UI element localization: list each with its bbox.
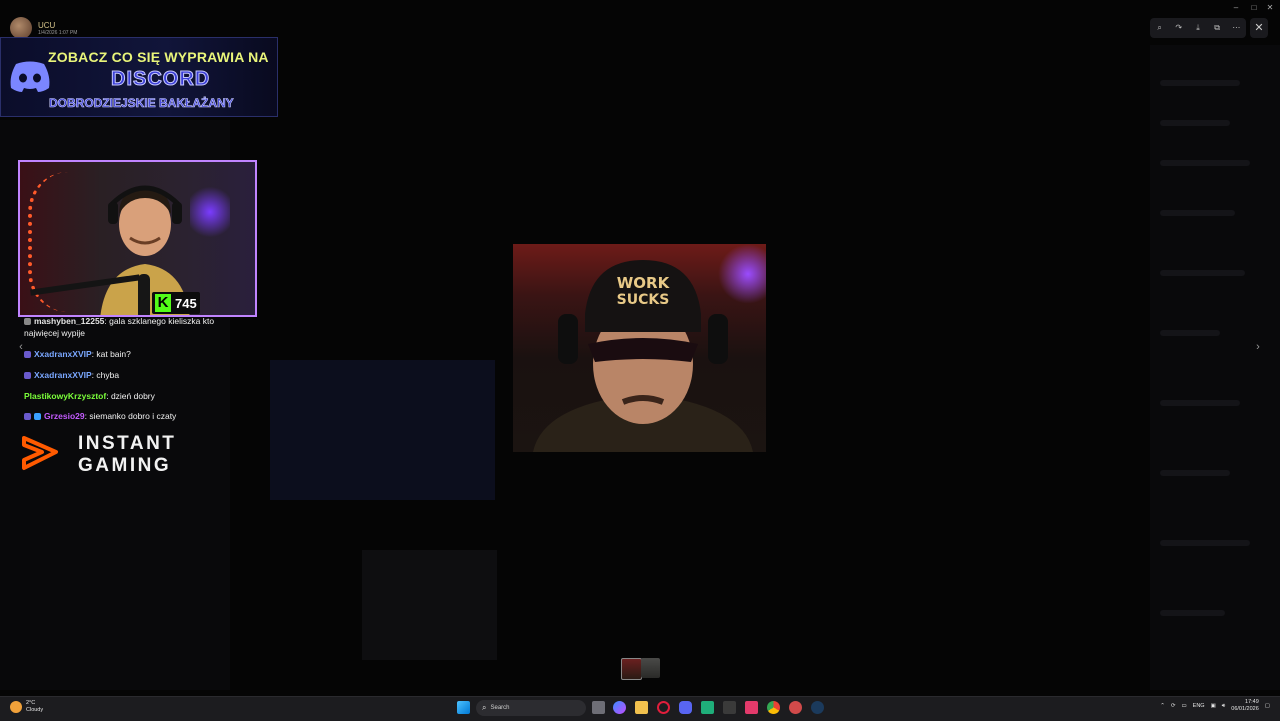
previous-image-icon[interactable]: ‹ xyxy=(12,338,30,356)
thumbnail-next[interactable] xyxy=(641,658,660,678)
minimize-icon[interactable]: – xyxy=(1230,3,1242,13)
weather-cloudy-icon xyxy=(10,701,22,713)
background-member-row xyxy=(1160,270,1245,276)
sponsor-name-line1: INSTANT xyxy=(78,433,177,454)
kick-logo-icon: K xyxy=(155,294,171,312)
clock-time: 17:49 xyxy=(1245,699,1259,705)
kick-viewer-badge: K 745 xyxy=(152,292,200,314)
chat-badge-icon xyxy=(34,413,41,420)
chat-message: PlastikowyKrzysztof: dzień dobry xyxy=(24,391,155,401)
close-icon[interactable]: ✕ xyxy=(1250,18,1268,38)
thumbnail-current[interactable] xyxy=(621,658,642,680)
chat-username: PlastikowyKrzysztof xyxy=(24,391,107,401)
sponsor-name-line2: GAMING xyxy=(78,455,172,476)
feather-app-icon[interactable] xyxy=(701,701,714,714)
volume-icon[interactable]: 🔊︎ xyxy=(1222,703,1225,710)
person-figure: WORK SUCKS xyxy=(533,260,753,452)
viewer-count: 745 xyxy=(175,295,197,311)
chat-message-continuation: najwięcej wypije xyxy=(24,328,85,338)
avatar[interactable] xyxy=(10,17,32,39)
viewer-toolbar: ⌕ ↷ ⤓ ⧉ ⋯ xyxy=(1150,18,1246,38)
author-info: UCU 1/4/2026 1:07 PM xyxy=(38,21,77,36)
main-image: WORK SUCKS xyxy=(513,244,766,452)
more-icon[interactable]: ⋯ xyxy=(1231,23,1241,33)
maximize-icon[interactable]: □ xyxy=(1248,3,1260,13)
background-member-row xyxy=(1160,470,1230,476)
chat-username: mashyben_12255 xyxy=(34,316,105,326)
search-icon: ⌕ xyxy=(482,703,487,712)
background-member-row xyxy=(1160,210,1235,216)
weather-desc: Cloudy xyxy=(26,707,44,713)
background-image-preview xyxy=(362,550,497,660)
background-member-row xyxy=(1160,160,1250,166)
post-timestamp: 1/4/2026 1:07 PM xyxy=(38,29,78,36)
windows-start-icon[interactable] xyxy=(457,701,470,714)
background-member-row xyxy=(1160,80,1240,86)
chat-text: kat bain? xyxy=(96,349,131,359)
steam-icon[interactable] xyxy=(811,701,824,714)
language-indicator[interactable]: ENG xyxy=(1193,703,1205,709)
tray-overflow-icon[interactable]: ⌃ xyxy=(1160,703,1165,709)
author-name[interactable]: UCU xyxy=(38,21,77,30)
chat-text: chyba xyxy=(96,370,120,380)
notification-icon[interactable]: ▢ xyxy=(1265,703,1270,709)
chat-username: XxadranxXVIP xyxy=(34,349,92,359)
forward-icon[interactable]: ↷ xyxy=(1174,23,1184,33)
svg-text:SUCKS: SUCKS xyxy=(617,292,670,308)
weather-widget[interactable]: 2°C Cloudy xyxy=(10,700,43,714)
weather-temp: 2°C xyxy=(26,700,36,706)
chat-text: najwięcej wypije xyxy=(24,328,85,338)
facecam-overlay xyxy=(18,160,257,317)
discord-icon[interactable] xyxy=(679,701,692,714)
chat-message: XxadranxXVIP: kat bain? xyxy=(24,349,131,359)
chat-badge-icon xyxy=(24,413,31,420)
instant-gaming-logo-icon xyxy=(22,436,58,470)
background-member-row xyxy=(1160,330,1220,336)
background-member-row xyxy=(1160,120,1230,126)
background-member-row xyxy=(1160,540,1250,546)
system-tray: ⌃ ⟳ ▭ ENG ▣ 🔊︎ 17:49 06/01/2026 ▢ xyxy=(1160,699,1270,713)
zoom-icon[interactable]: ⌕ xyxy=(1155,23,1165,33)
banner-headline: ZOBACZ CO SIĘ WYPRAWIA NA xyxy=(48,49,269,65)
kick-app-icon[interactable] xyxy=(745,701,758,714)
chat-username: XxadranxXVIP xyxy=(34,370,92,380)
chat-message: mashyben_12255: gala szklanego kieliszka… xyxy=(24,316,214,326)
clock-date: 06/01/2026 xyxy=(1231,706,1259,712)
chat-message: XxadranxXVIP: chyba xyxy=(24,370,119,380)
chat-text: siemanko dobro i czaty xyxy=(89,411,177,421)
settings-app-icon[interactable] xyxy=(789,701,802,714)
clock[interactable]: 17:49 06/01/2026 xyxy=(1231,699,1259,713)
search-placeholder: Search xyxy=(490,705,510,711)
monitor-icon[interactable]: ▣ xyxy=(1211,703,1216,709)
sync-icon[interactable]: ⟳ xyxy=(1171,703,1176,709)
chat-text: gala szklanego kieliszka kto xyxy=(109,316,215,326)
svg-text:WORK: WORK xyxy=(617,274,671,292)
display-icon[interactable]: ▭ xyxy=(1181,703,1186,709)
open-external-icon[interactable]: ⧉ xyxy=(1212,23,1222,33)
download-icon[interactable]: ⤓ xyxy=(1193,23,1203,33)
window-close-icon[interactable]: ✕ xyxy=(1264,3,1276,13)
background-member-list xyxy=(1150,45,1280,690)
next-image-icon[interactable]: › xyxy=(1249,338,1267,356)
discord-logo-icon xyxy=(10,61,50,92)
file-explorer-icon[interactable] xyxy=(635,701,648,714)
chat-username: Grzesio29 xyxy=(44,411,85,421)
weather-text: 2°C Cloudy xyxy=(26,700,43,714)
task-view-icon[interactable] xyxy=(592,701,605,714)
terminal-icon[interactable] xyxy=(723,701,736,714)
taskbar-search[interactable]: ⌕ Search xyxy=(476,700,586,716)
discord-banner: ZOBACZ CO SIĘ WYPRAWIA NA DISCORD DOBROD… xyxy=(0,37,278,117)
chat-badge-icon xyxy=(24,372,31,379)
background-member-row xyxy=(1160,400,1240,406)
background-member-row xyxy=(1160,610,1225,616)
chat-text: dzień dobry xyxy=(110,391,155,401)
chat-badge-icon xyxy=(24,318,31,325)
banner-server-name: DOBRODZIEJSKIE BAKŁAŻANY xyxy=(49,96,234,111)
opera-icon[interactable] xyxy=(657,701,670,714)
chrome-icon[interactable] xyxy=(767,701,780,714)
copilot-icon[interactable] xyxy=(613,701,626,714)
background-embed xyxy=(270,360,495,500)
chat-message: Grzesio29: siemanko dobro i czaty xyxy=(24,411,176,421)
banner-discord-word: DISCORD xyxy=(110,68,211,91)
